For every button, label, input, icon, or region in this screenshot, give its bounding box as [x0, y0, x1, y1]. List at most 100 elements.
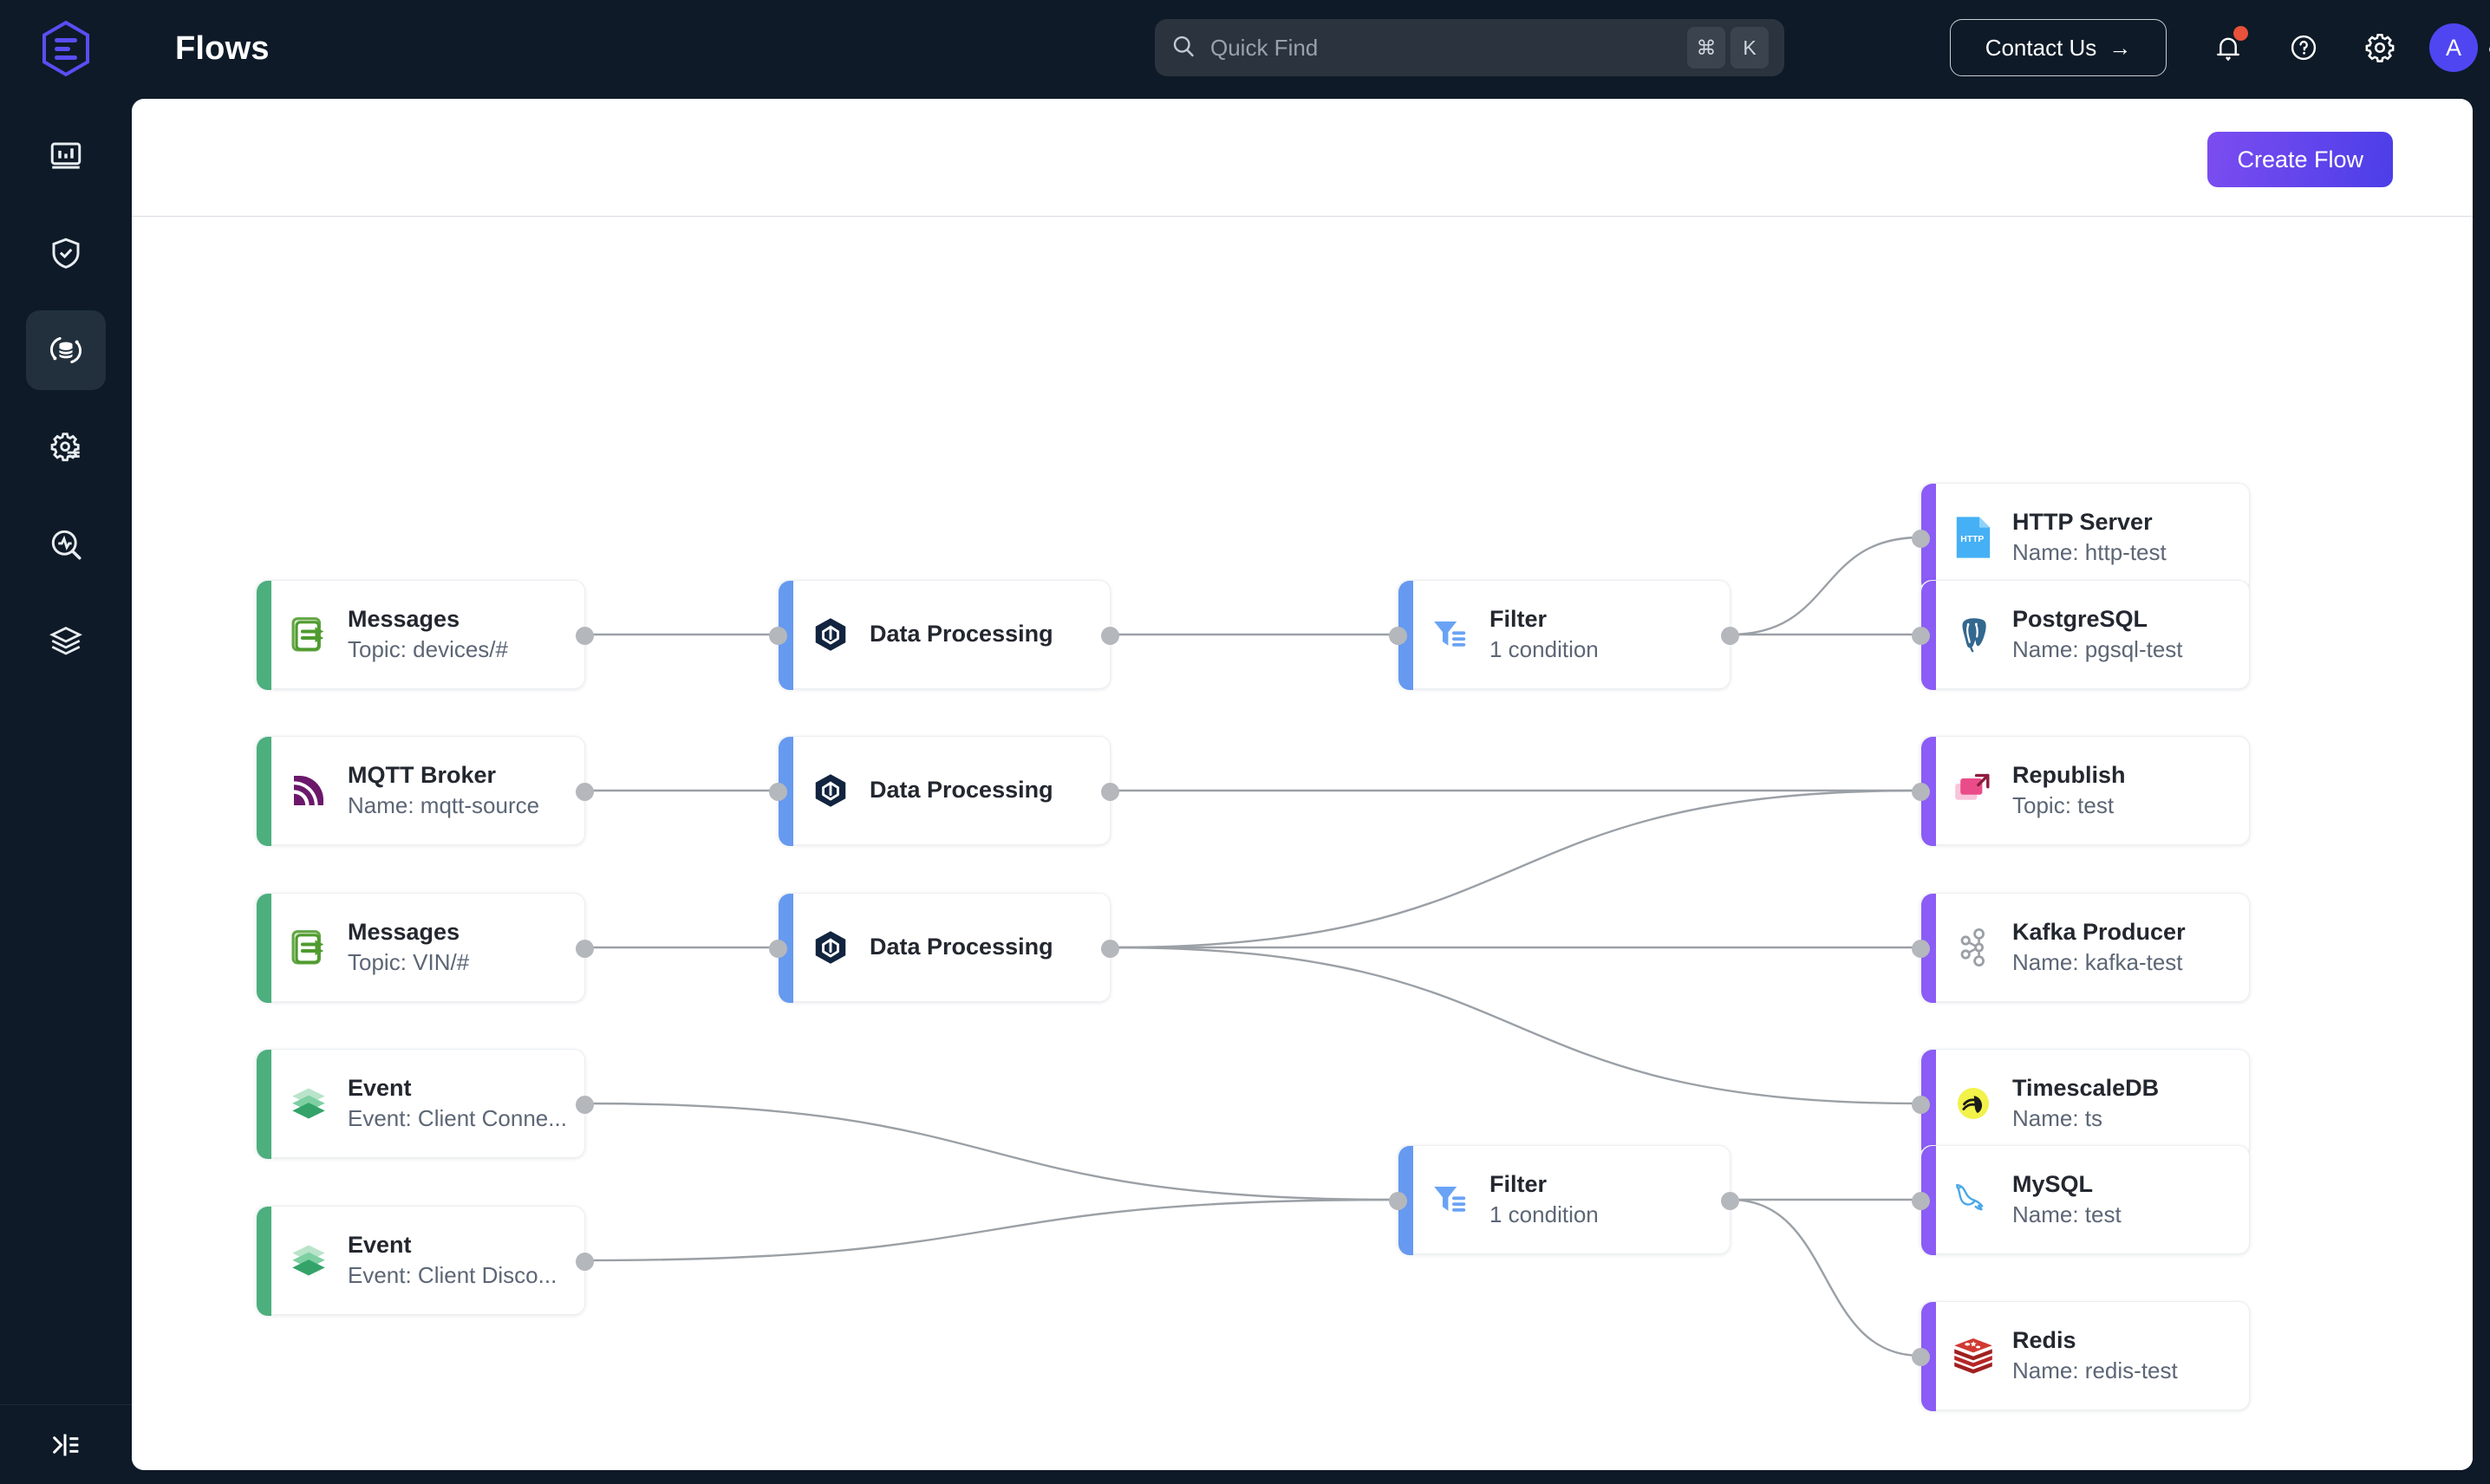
question-circle-icon	[2291, 35, 2317, 61]
node-input-port[interactable]	[1912, 1096, 1930, 1114]
flow-node-n7[interactable]: Data Processing	[769, 736, 1119, 846]
node-input-port[interactable]	[1912, 940, 1930, 958]
sidebar-collapse-button[interactable]	[0, 1404, 132, 1484]
flow-node-n8[interactable]: Data Processing	[769, 893, 1119, 1003]
notification-badge	[2233, 26, 2248, 41]
message-export-icon	[291, 930, 324, 965]
node-output-port[interactable]	[576, 1096, 594, 1114]
cube-icon	[815, 774, 846, 807]
node-input-port[interactable]	[1912, 530, 1930, 548]
avatar-initial: A	[2445, 34, 2461, 61]
flow-node-n17[interactable]: Redis Name: redis-test	[1912, 1301, 2250, 1411]
node-output-port[interactable]	[1721, 627, 1739, 645]
republish-icon	[1955, 773, 1990, 800]
contact-us-button[interactable]: Contact Us →	[1950, 19, 2167, 76]
node-text: Filter 1 condition	[1489, 1169, 1599, 1230]
node-output-port[interactable]	[576, 940, 594, 958]
node-output-port[interactable]	[1101, 627, 1119, 645]
node-title: Event	[348, 1231, 412, 1258]
node-input-port[interactable]	[1389, 627, 1407, 645]
node-input-port[interactable]	[1389, 1192, 1407, 1210]
emqx-hexagon-logo-icon	[42, 20, 89, 77]
node-output-port[interactable]	[576, 627, 594, 645]
redis-icon	[1954, 1338, 1992, 1374]
create-flow-button[interactable]: Create Flow	[2207, 132, 2393, 187]
node-subtitle: Name: test	[2012, 1201, 2122, 1228]
notifications-button[interactable]	[2200, 19, 2257, 76]
node-output-port[interactable]	[1721, 1192, 1739, 1210]
cube-icon	[807, 611, 854, 658]
sidebar-item-access-control[interactable]	[26, 213, 106, 293]
layers-event-icon	[285, 1237, 332, 1284]
message-export-icon	[291, 617, 324, 652]
flow-node-n14[interactable]: Kafka Producer Name: kafka-test	[1912, 893, 2250, 1003]
flow-node-n15[interactable]: TimescaleDB Name: ts	[1912, 1049, 2250, 1159]
flow-node-n6[interactable]: Data Processing	[769, 580, 1119, 690]
sidebar-item-diagnose[interactable]	[26, 504, 106, 584]
node-input-port[interactable]	[769, 940, 787, 958]
node-input-port[interactable]	[1912, 783, 1930, 801]
node-text: Redis Name: redis-test	[2012, 1325, 2178, 1386]
app-logo[interactable]	[0, 0, 132, 97]
node-accent-bar	[257, 894, 271, 1003]
help-button[interactable]	[2275, 19, 2332, 76]
node-title: Messages	[348, 605, 460, 632]
sidebar-item-dashboard[interactable]	[26, 116, 106, 196]
avatar[interactable]: A	[2429, 23, 2478, 72]
main-panel: Create Flow Messages Topic: devices/# MQT…	[132, 99, 2473, 1470]
flow-canvas[interactable]: Messages Topic: devices/# MQTT Broker Name…	[132, 217, 2473, 1470]
flow-node-n11[interactable]: HTTP HTTP Server Name: http-test	[1912, 483, 2250, 593]
node-output-port[interactable]	[1101, 783, 1119, 801]
mqtt-signal-icon	[294, 776, 323, 805]
collapse-panel-icon	[53, 1434, 79, 1455]
flow-edge	[1110, 946, 1921, 1105]
node-input-port[interactable]	[1912, 1348, 1930, 1366]
node-text: MQTT Broker Name: mqtt-source	[348, 760, 539, 821]
node-input-port[interactable]	[769, 627, 787, 645]
flow-node-n1[interactable]: Messages Topic: devices/#	[256, 580, 594, 690]
republish-icon	[1950, 767, 1997, 814]
http-file-icon: HTTP	[1950, 514, 1997, 561]
flow-node-n3[interactable]: Messages Topic: VIN/#	[256, 893, 594, 1003]
node-input-port[interactable]	[1912, 627, 1930, 645]
flow-node-n4[interactable]: Event Event: Client Conne...	[256, 1049, 594, 1159]
node-accent-bar	[257, 737, 271, 846]
node-accent-bar	[257, 581, 271, 690]
pulse-search-icon	[51, 530, 81, 560]
sidebar-item-integration[interactable]	[26, 310, 106, 390]
node-output-port[interactable]	[576, 783, 594, 801]
node-subtitle: Name: ts	[2012, 1105, 2103, 1132]
node-input-port[interactable]	[769, 783, 787, 801]
cube-icon	[815, 931, 846, 964]
node-title: HTTP Server	[2012, 508, 2153, 535]
filter-icon	[1434, 622, 1466, 647]
node-text: Messages Topic: devices/#	[348, 604, 508, 665]
flow-node-n2[interactable]: MQTT Broker Name: mqtt-source	[256, 736, 594, 846]
node-input-port[interactable]	[1912, 1192, 1930, 1210]
node-output-port[interactable]	[1101, 940, 1119, 958]
gear-settings-icon	[50, 433, 80, 462]
flow-node-n9[interactable]: Filter 1 condition	[1389, 580, 1739, 690]
sidebar-item-extensions[interactable]	[26, 602, 106, 681]
search-input[interactable]: Quick Find ⌘ K	[1155, 19, 1784, 76]
node-title: Filter	[1489, 605, 1548, 632]
flow-node-n16[interactable]: MySQL Name: test	[1912, 1145, 2250, 1255]
search-placeholder: Quick Find	[1210, 34, 1319, 61]
filter-icon	[1427, 1176, 1474, 1223]
node-subtitle: Name: mqtt-source	[348, 792, 540, 819]
sidebar-item-management[interactable]	[26, 407, 106, 487]
flow-node-n12[interactable]: PostgreSQL Name: pgsql-test	[1912, 580, 2250, 690]
settings-button[interactable]	[2351, 19, 2409, 76]
node-title: MySQL	[2012, 1170, 2094, 1197]
flow-node-n13[interactable]: Republish Topic: test	[1912, 736, 2250, 846]
layers-event-icon	[292, 1245, 325, 1276]
node-text: Republish Topic: test	[2012, 760, 2126, 821]
node-text: Data Processing	[870, 775, 1053, 806]
arrow-right-icon: →	[2109, 34, 2132, 61]
flow-node-n5[interactable]: Event Event: Client Disco...	[256, 1206, 594, 1316]
node-text: MySQL Name: test	[2012, 1169, 2122, 1230]
mqtt-signal-icon	[285, 767, 332, 814]
node-subtitle: Topic: devices/#	[348, 636, 508, 663]
node-output-port[interactable]	[576, 1253, 594, 1271]
flow-node-n10[interactable]: Filter 1 condition	[1389, 1145, 1739, 1255]
